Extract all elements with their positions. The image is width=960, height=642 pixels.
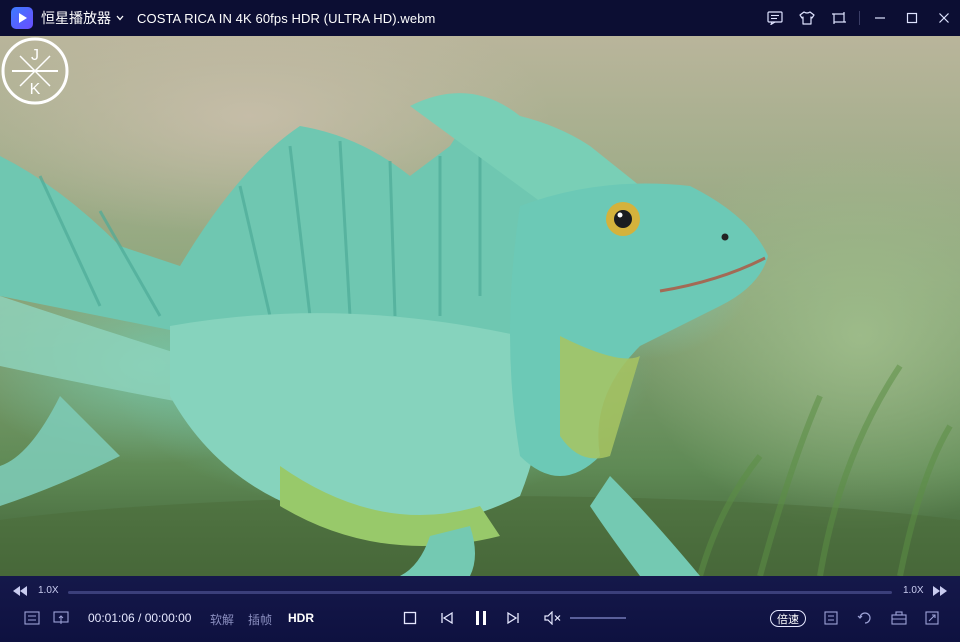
video-frame[interactable]: J K	[0, 36, 960, 576]
seek-row: 1.0X 1.0X	[0, 576, 960, 606]
subtitle-list-icon[interactable]	[759, 0, 791, 36]
next-icon[interactable]	[506, 611, 520, 625]
close-icon[interactable]	[928, 0, 960, 36]
file-title: COSTA RICA IN 4K 60fps HDR (ULTRA HD).we…	[137, 10, 436, 26]
seek-bar[interactable]	[68, 591, 892, 594]
soft-decode-toggle[interactable]: 软解	[210, 611, 234, 628]
video-scene-lizard	[0, 93, 960, 576]
skin-shirt-icon[interactable]	[791, 0, 823, 36]
app-logo-icon[interactable]	[11, 7, 33, 29]
subtitle-icon[interactable]	[824, 611, 838, 625]
rotate-icon[interactable]	[857, 610, 873, 626]
hdr-toggle[interactable]: HDR	[288, 611, 314, 625]
playlist-icon[interactable]	[24, 611, 40, 625]
fast-forward-icon[interactable]	[932, 585, 948, 597]
playback-speed-button[interactable]: 倍速	[770, 610, 806, 627]
previous-icon[interactable]	[440, 611, 454, 625]
frame-interpolation-toggle[interactable]: 插帧	[248, 611, 272, 628]
volume-muted-icon[interactable]	[544, 611, 562, 625]
speed-left-label[interactable]: 1.0X	[38, 585, 59, 596]
maximize-icon[interactable]	[896, 0, 928, 36]
watermark-logo: J K	[1, 37, 69, 105]
playback-time: 00:01:06 / 00:00:00	[88, 611, 192, 625]
fullscreen-icon[interactable]	[925, 611, 939, 625]
stop-icon[interactable]	[403, 611, 417, 625]
screen-cast-icon[interactable]	[53, 611, 69, 625]
speed-right-label[interactable]: 1.0X	[903, 585, 924, 596]
app-name[interactable]: 恒星播放器	[41, 8, 111, 28]
title-bar: 恒星播放器 COSTA RICA IN 4K 60fps HDR (ULTRA …	[0, 0, 960, 36]
pin-on-top-icon[interactable]	[823, 0, 855, 36]
watermark-letter-j: J	[31, 47, 39, 64]
chevron-down-icon[interactable]	[115, 13, 125, 23]
watermark-letter-k: K	[30, 81, 41, 98]
toolbox-icon[interactable]	[891, 611, 907, 625]
pause-icon[interactable]	[473, 609, 489, 627]
rewind-icon[interactable]	[12, 585, 28, 597]
title-divider	[859, 11, 860, 25]
volume-slider[interactable]	[570, 617, 626, 619]
minimize-icon[interactable]	[864, 0, 896, 36]
